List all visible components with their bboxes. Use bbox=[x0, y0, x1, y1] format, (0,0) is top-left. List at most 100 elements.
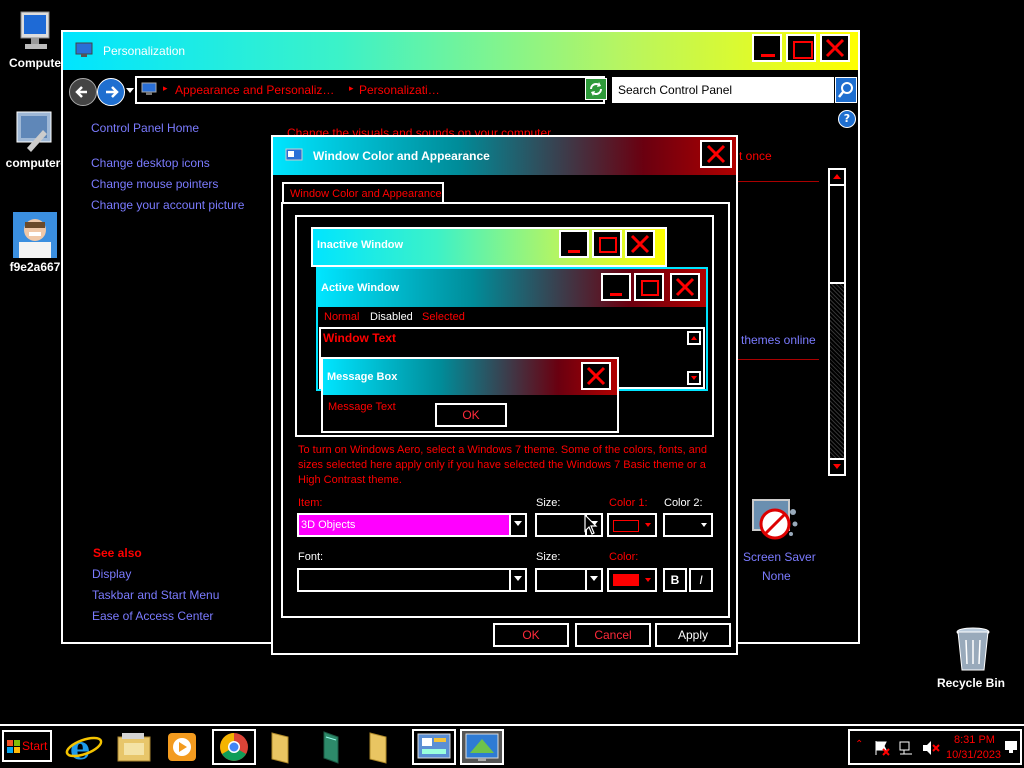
internet-explorer-icon: e bbox=[65, 729, 103, 767]
network-icon[interactable] bbox=[898, 740, 914, 756]
nav-change-account-picture[interactable]: Change your account picture bbox=[91, 198, 244, 212]
item-label: Item: bbox=[298, 497, 323, 509]
ok-button[interactable]: OK bbox=[493, 623, 569, 647]
font-dropdown[interactable] bbox=[297, 568, 527, 592]
close-button[interactable] bbox=[820, 34, 850, 62]
volume-mute-icon[interactable] bbox=[922, 740, 940, 756]
taskbar-folder-2[interactable] bbox=[360, 729, 404, 765]
preview-message-box: Message Box Message Text OK bbox=[321, 357, 619, 433]
breadcrumb-personalization[interactable]: Personalizati… bbox=[359, 83, 440, 97]
preview-active-title: Active Window bbox=[321, 282, 400, 294]
desktop-icon bbox=[1005, 741, 1017, 753]
user-photo-icon bbox=[13, 212, 57, 258]
font-color-swatch bbox=[613, 574, 639, 586]
maximize-icon bbox=[793, 41, 813, 59]
color1-picker[interactable] bbox=[607, 513, 657, 537]
desktop-icon-label: computer- bbox=[5, 156, 65, 170]
preview-message-text: Message Text bbox=[328, 401, 396, 413]
folder-library-icon bbox=[117, 733, 151, 762]
folder-icon bbox=[271, 732, 289, 764]
taskbar-file-explorer[interactable] bbox=[114, 729, 158, 765]
nav-change-mouse-pointers[interactable]: Change mouse pointers bbox=[91, 177, 218, 191]
maximize-button[interactable] bbox=[786, 34, 816, 62]
taskbar-control-panel[interactable] bbox=[412, 729, 456, 765]
search-input[interactable]: Search Control Panel bbox=[618, 83, 732, 97]
desktop-icon-user-file[interactable]: f9e2a667 bbox=[0, 212, 70, 274]
cancel-button[interactable]: Cancel bbox=[575, 623, 651, 647]
action-center-flag-icon[interactable] bbox=[874, 740, 890, 756]
desktop-icon-recycle-bin[interactable]: Recycle Bin bbox=[937, 626, 1008, 690]
taskbar-chrome[interactable] bbox=[212, 729, 256, 765]
taskbar-app-green[interactable] bbox=[312, 729, 356, 765]
computer-icon bbox=[15, 10, 55, 54]
taskbar-folder-1[interactable] bbox=[262, 729, 306, 765]
dialog-title-bar[interactable]: Window Color and Appearance bbox=[273, 137, 736, 175]
clock-date[interactable]: 10/31/2023 bbox=[946, 749, 1001, 761]
svg-text:e: e bbox=[70, 729, 90, 765]
breadcrumb-separator-icon: ▸ bbox=[349, 84, 354, 94]
desktop-icon-label: Compute bbox=[9, 56, 61, 70]
window-title: Personalization bbox=[103, 44, 186, 58]
search-button[interactable] bbox=[835, 77, 857, 103]
preview-ok-button: OK bbox=[435, 403, 507, 427]
item-dropdown[interactable]: 3D Objects bbox=[297, 513, 527, 537]
font-color-picker[interactable] bbox=[607, 568, 657, 592]
help-icon[interactable]: ? bbox=[838, 110, 856, 128]
italic-button[interactable]: I bbox=[689, 568, 713, 592]
font-size-dropdown[interactable] bbox=[535, 568, 603, 592]
taskbar-personalization[interactable] bbox=[460, 729, 504, 765]
preview-scroll-down-icon bbox=[687, 371, 701, 385]
refresh-button[interactable] bbox=[585, 78, 607, 100]
see-also-ease-of-access[interactable]: Ease of Access Center bbox=[92, 609, 213, 623]
screen-saver-label[interactable]: Screen Saver bbox=[743, 550, 816, 564]
color2-picker[interactable] bbox=[663, 513, 713, 537]
scroll-down-button[interactable] bbox=[830, 458, 844, 474]
size-label: Size: bbox=[536, 497, 561, 509]
breadcrumb-appearance[interactable]: Appearance and Personaliz… bbox=[175, 83, 334, 97]
forward-arrow-icon bbox=[106, 86, 119, 98]
show-hidden-icons-icon[interactable]: ⌃ bbox=[855, 739, 863, 750]
clock-time[interactable]: 8:31 PM bbox=[954, 734, 995, 746]
bold-button[interactable]: B bbox=[663, 568, 687, 592]
nav-control-panel-home[interactable]: Control Panel Home bbox=[91, 121, 199, 135]
back-button[interactable] bbox=[69, 78, 97, 106]
color1-label: Color 1: bbox=[609, 497, 648, 509]
minimize-button[interactable] bbox=[752, 34, 782, 62]
chevron-down-icon bbox=[509, 570, 525, 590]
tab-window-color[interactable]: Window Color and Appearance bbox=[282, 182, 444, 204]
show-desktop-button[interactable] bbox=[1004, 737, 1018, 757]
divider bbox=[737, 359, 819, 360]
address-bar[interactable]: ▸ Appearance and Personaliz… ▸ Personali… bbox=[135, 76, 645, 104]
preview-message-title-bar: Message Box bbox=[323, 359, 617, 395]
desktop-icon-computer-shortcut[interactable]: computer- bbox=[0, 108, 70, 170]
window-color-dialog[interactable]: Window Color and Appearance Window Color… bbox=[271, 135, 738, 655]
item-selected-value: 3D Objects bbox=[299, 515, 509, 535]
scroll-up-button[interactable] bbox=[830, 170, 844, 186]
dialog-close-button[interactable] bbox=[700, 140, 732, 168]
see-also-taskbar[interactable]: Taskbar and Start Menu bbox=[92, 588, 219, 602]
start-button[interactable]: Start bbox=[2, 730, 52, 762]
search-box[interactable]: Search Control Panel bbox=[612, 77, 834, 103]
preview-menu-disabled: Disabled bbox=[370, 311, 413, 323]
preview-message-title: Message Box bbox=[327, 371, 398, 383]
chevron-down-icon bbox=[701, 523, 707, 527]
desktop-icon-computer[interactable]: Compute bbox=[0, 10, 70, 70]
taskbar-internet-explorer[interactable]: e bbox=[64, 729, 108, 767]
screen-saver-icon[interactable] bbox=[751, 498, 799, 544]
green-book-icon bbox=[323, 731, 339, 764]
theme-list-scrollbar[interactable] bbox=[828, 168, 846, 476]
taskbar-media-player[interactable] bbox=[162, 729, 206, 765]
apply-button[interactable]: Apply bbox=[655, 623, 731, 647]
theme-hint-text: t once bbox=[739, 149, 772, 163]
recent-pages-chevron-icon[interactable] bbox=[126, 88, 134, 93]
see-also-display[interactable]: Display bbox=[92, 567, 131, 581]
forward-button[interactable] bbox=[97, 78, 125, 106]
scroll-thumb[interactable] bbox=[830, 186, 844, 284]
title-bar[interactable]: Personalization bbox=[63, 32, 858, 70]
get-themes-online-link[interactable]: themes online bbox=[741, 333, 816, 347]
recycle-bin-icon bbox=[953, 626, 993, 674]
media-player-icon bbox=[168, 733, 196, 761]
nav-change-desktop-icons[interactable]: Change desktop icons bbox=[91, 156, 210, 170]
system-tray: ⌃ 8:31 PM 10/31/2023 bbox=[848, 729, 1022, 765]
font-label: Font: bbox=[298, 551, 324, 563]
